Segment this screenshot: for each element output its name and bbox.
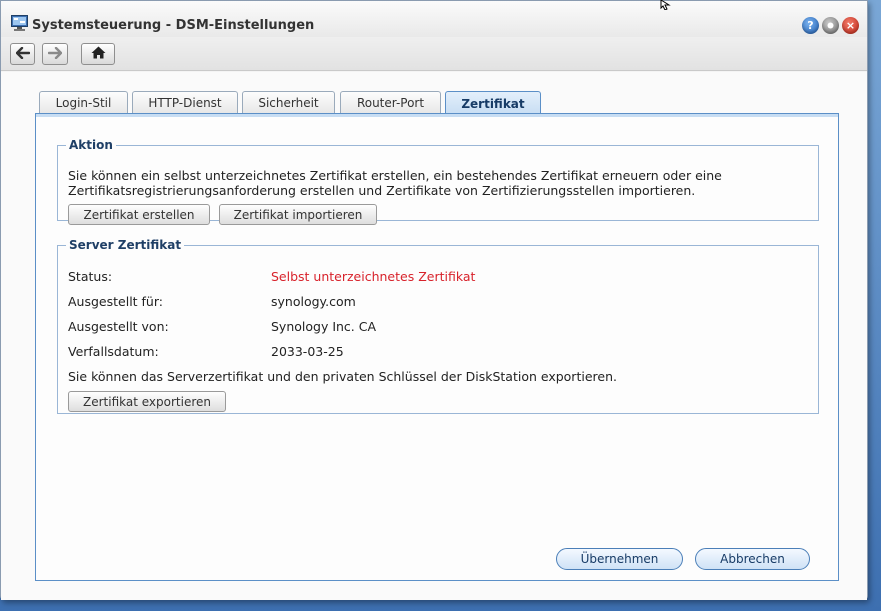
expiry-date-label: Verfallsdatum: bbox=[68, 344, 159, 359]
minimize-icon[interactable] bbox=[822, 17, 839, 34]
close-icon[interactable]: × bbox=[842, 17, 859, 34]
tab-login-stil[interactable]: Login-Stil bbox=[39, 91, 128, 114]
control-panel-icon bbox=[11, 15, 28, 31]
aktion-section: Aktion Sie können ein selbst unterzeichn… bbox=[57, 138, 819, 225]
expiry-date-value: 2033-03-25 bbox=[271, 344, 344, 359]
status-label: Status: bbox=[68, 269, 113, 284]
arrow-left-icon bbox=[15, 46, 30, 62]
aktion-description-line2: Zertifikatsregistrierungsanforderung ers… bbox=[68, 183, 696, 198]
create-certificate-button[interactable]: Zertifikat erstellen bbox=[68, 204, 210, 225]
title-bar[interactable]: Systemsteuerung - DSM-Einstellungen ? × bbox=[1, 1, 867, 37]
tab-sicherheit[interactable]: Sicherheit bbox=[242, 91, 335, 114]
export-certificate-button[interactable]: Zertifikat exportieren bbox=[68, 391, 226, 412]
mouse-cursor-icon bbox=[660, 0, 672, 13]
aktion-description-line1: Sie können ein selbst unterzeichnetes Ze… bbox=[68, 168, 722, 183]
tab-http-dienst[interactable]: HTTP-Dienst bbox=[132, 91, 238, 114]
issued-by-label: Ausgestellt von: bbox=[68, 319, 169, 334]
panel-divider bbox=[36, 114, 838, 117]
zertifikat-panel: Aktion Sie können ein selbst unterzeichn… bbox=[35, 113, 839, 581]
issued-to-label: Ausgestellt für: bbox=[68, 294, 163, 309]
back-button[interactable] bbox=[10, 43, 35, 65]
export-note: Sie können das Serverzertifikat und den … bbox=[68, 369, 617, 384]
cancel-button[interactable]: Abbrechen bbox=[695, 548, 810, 570]
tab-zertifikat[interactable]: Zertifikat bbox=[445, 91, 541, 115]
forward-button[interactable] bbox=[42, 43, 68, 65]
issued-by-value: Synology Inc. CA bbox=[271, 319, 377, 334]
aktion-legend: Aktion bbox=[69, 138, 113, 152]
server-certificate-legend: Server Zertifikat bbox=[69, 238, 182, 252]
status-value: Selbst unterzeichnetes Zertifikat bbox=[271, 269, 476, 284]
navigation-toolbar bbox=[1, 37, 867, 71]
window-controls: ? × bbox=[802, 17, 859, 34]
issued-to-value: synology.com bbox=[271, 294, 356, 309]
content-area: Login-Stil HTTP-Dienst Sicherheit Router… bbox=[1, 72, 867, 600]
arrow-right-icon bbox=[47, 46, 63, 62]
window-title: Systemsteuerung - DSM-Einstellungen bbox=[32, 18, 315, 33]
server-certificate-section: Server Zertifikat Status: Selbst unterze… bbox=[57, 238, 819, 414]
dsm-settings-window: Systemsteuerung - DSM-Einstellungen ? × bbox=[0, 0, 868, 600]
home-button[interactable] bbox=[81, 43, 115, 65]
apply-button[interactable]: Übernehmen bbox=[556, 548, 683, 570]
help-icon[interactable]: ? bbox=[802, 17, 819, 34]
import-certificate-button[interactable]: Zertifikat importieren bbox=[219, 204, 377, 225]
home-icon bbox=[91, 46, 106, 62]
tab-router-port[interactable]: Router-Port bbox=[340, 91, 441, 114]
